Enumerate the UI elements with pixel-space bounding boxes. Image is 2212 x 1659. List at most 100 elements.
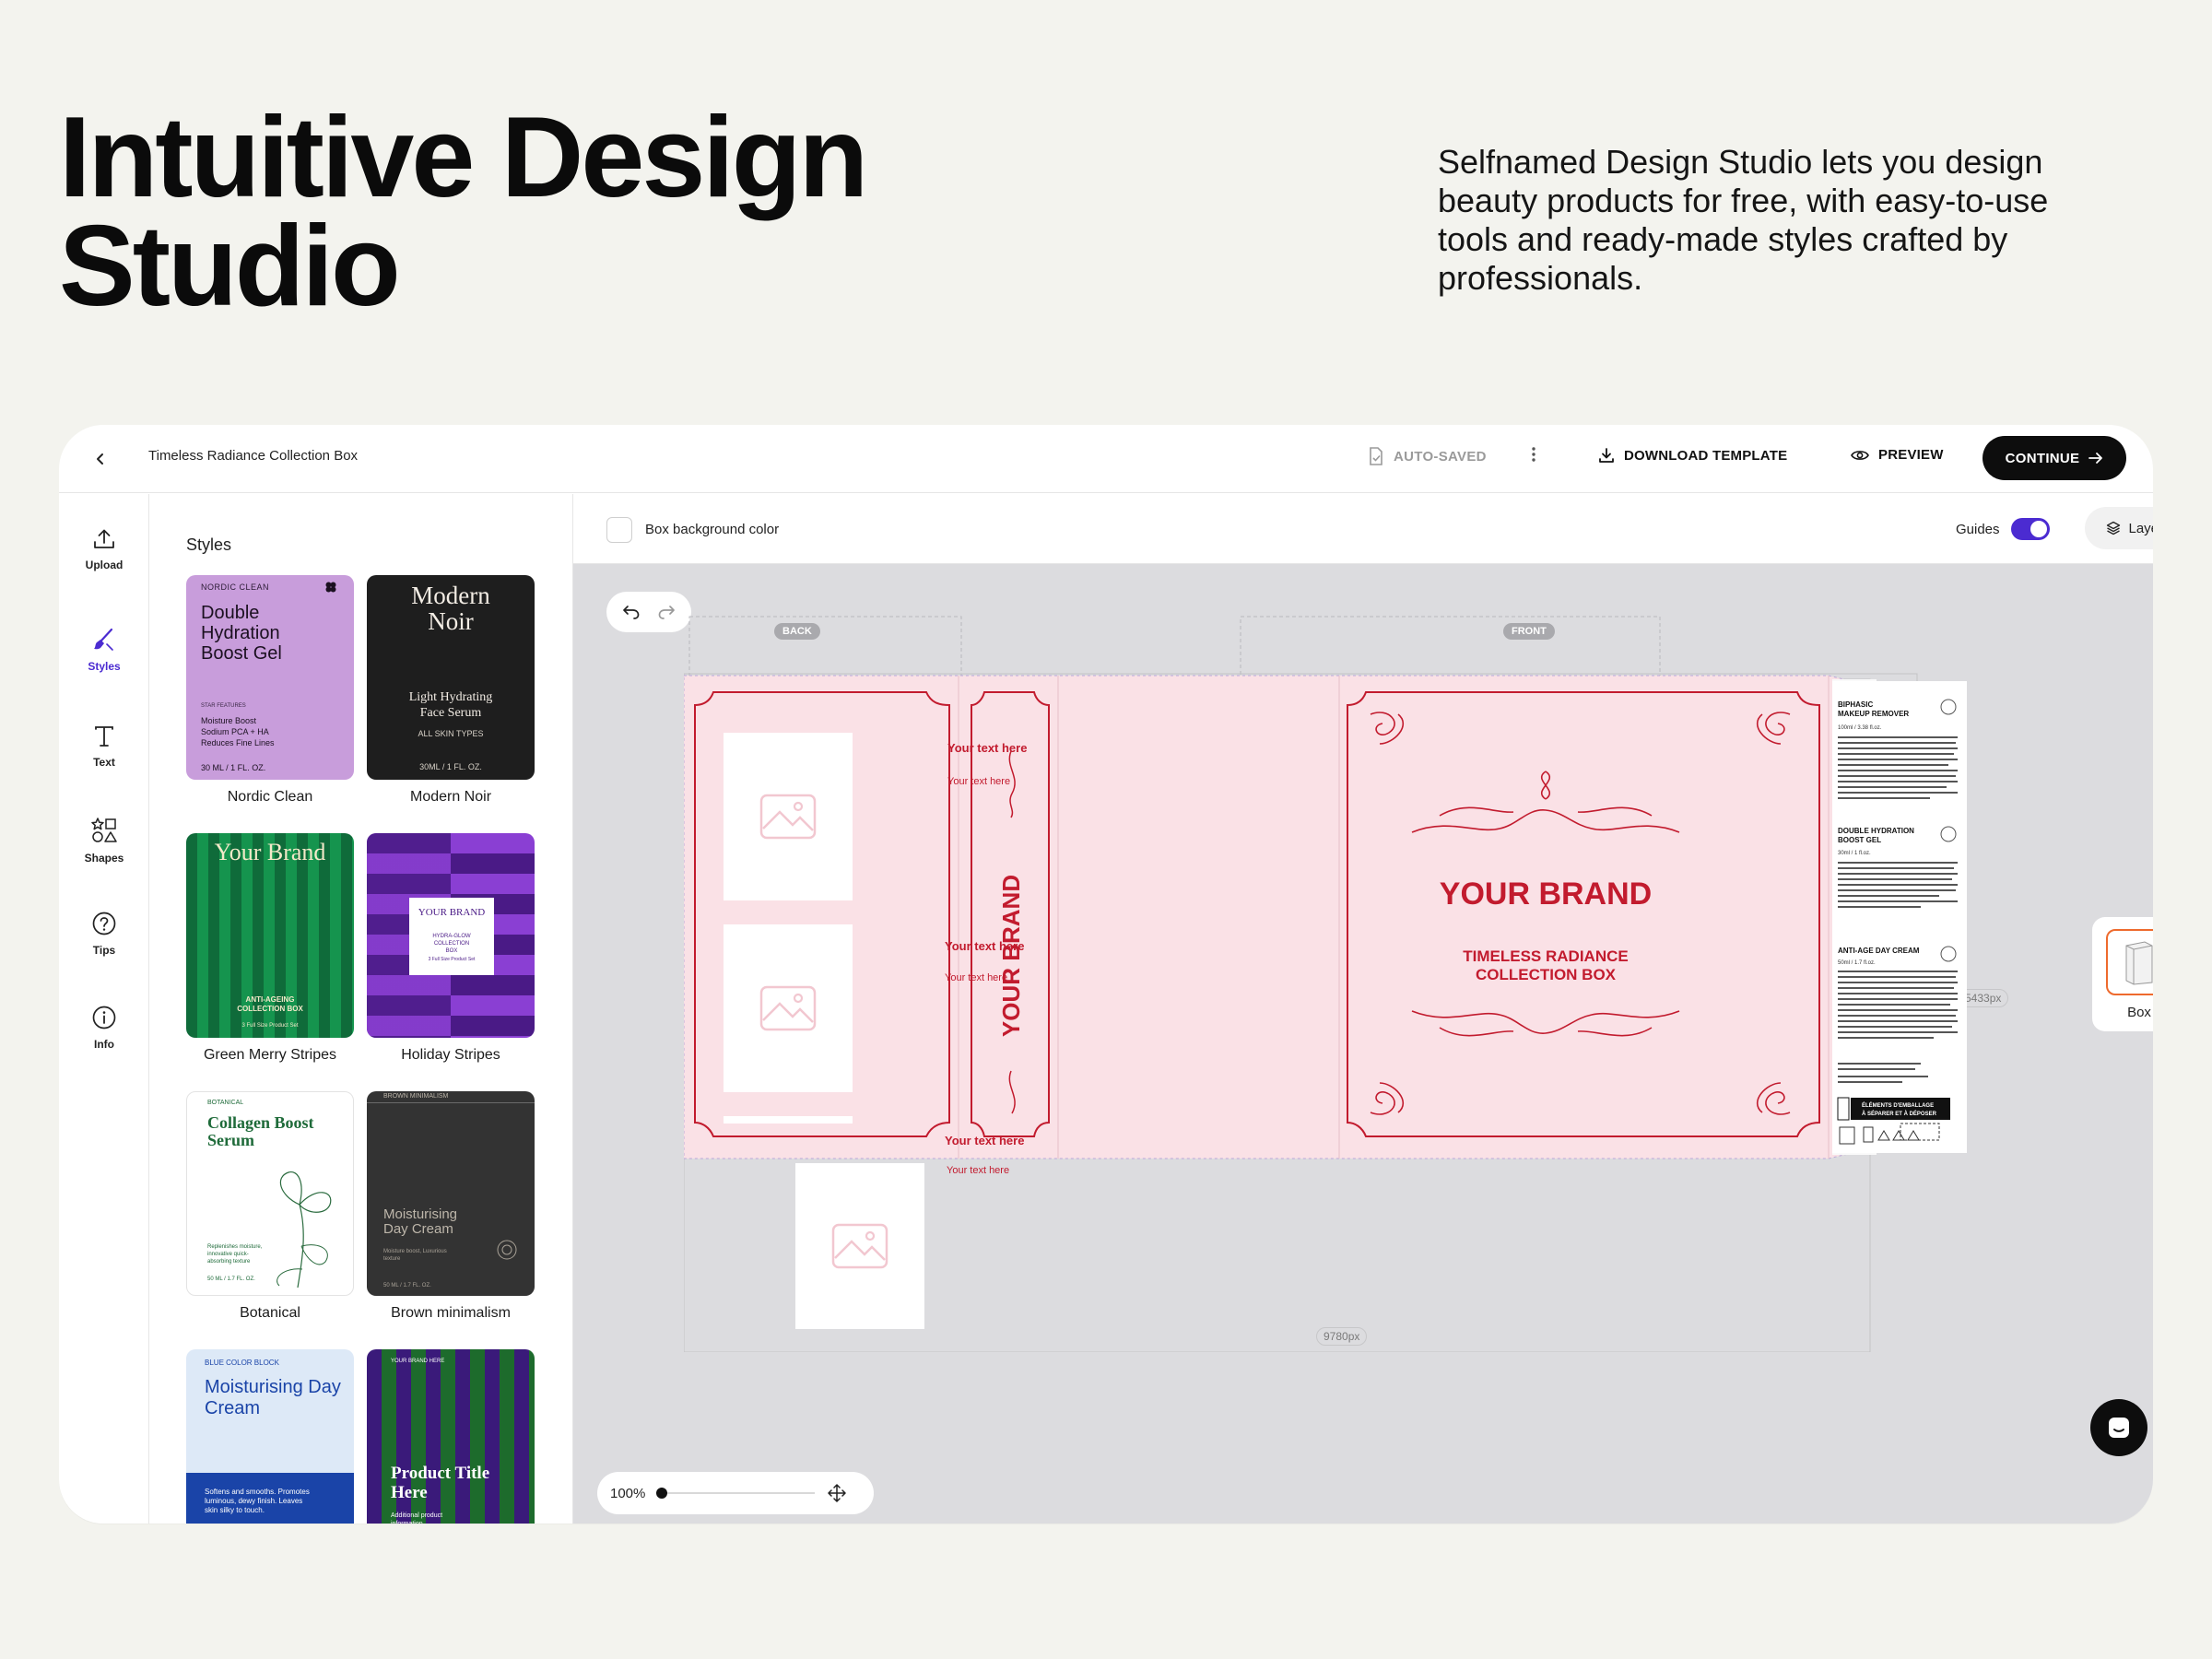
style-card-blue-color-block[interactable]: BLUE COLOR BLOCK Moisturising Day Cream … <box>186 1349 354 1524</box>
image-placeholder[interactable] <box>724 924 853 1092</box>
ingredient-title-2: DOUBLE HYDRATION <box>1838 827 1914 835</box>
thumb-size: 50 ML / 1.7 FL. OZ. <box>383 1283 431 1288</box>
style-card-product-title[interactable]: YOUR BRAND HERE Product Title Here Addit… <box>367 1349 535 1524</box>
text-icon <box>95 726 113 747</box>
download-template-label: DOWNLOAD TEMPLATE <box>1624 447 1788 464</box>
recycle-note: ÉLÉMENTS D'EMBALLAGE <box>1862 1101 1934 1109</box>
thumb-size: 50 ML / 1.7 FL. OZ. <box>207 1277 255 1282</box>
image-placeholder[interactable] <box>724 733 853 900</box>
preview-button[interactable]: PREVIEW <box>1851 447 1944 463</box>
thumb-title: YOUR BRAND <box>418 907 486 918</box>
style-thumbnail: YOUR BRAND HYDRA-GLOW COLLECTION BOX 3 F… <box>367 833 535 1038</box>
guides-toggle[interactable] <box>2011 518 2050 540</box>
design-canvas[interactable]: BACK FRONT 9780px 5433px YOUR BRAND YOUR… <box>573 564 2153 1524</box>
thumb-text: Additional product information <box>391 1512 443 1524</box>
download-template-button[interactable]: DOWNLOAD TEMPLATE <box>1598 447 1787 464</box>
back-item-title[interactable]: Your text here <box>947 741 1027 755</box>
back-item-title[interactable]: Your text here <box>945 1134 1024 1147</box>
style-card-botanical[interactable]: BOTANICAL Collagen Boost Serum Replenish… <box>186 1091 354 1322</box>
thumb-size: 30 ML / 1 FL. OZ. <box>201 763 266 772</box>
ingredient-title-1b: MAKEUP REMOVER <box>1838 710 1909 718</box>
thumb-tag: BOTANICAL <box>207 1100 244 1106</box>
rail-item-shapes[interactable]: Shapes <box>59 817 149 865</box>
chat-support-button[interactable] <box>2090 1399 2147 1456</box>
back-item-text[interactable]: Your text here <box>945 972 1007 983</box>
rail-item-tips[interactable]: Tips <box>59 911 149 957</box>
ingredient-title-2b: BOOST GEL <box>1838 836 1881 844</box>
upload-icon <box>94 529 114 548</box>
rail-label-text: Text <box>93 756 115 769</box>
image-placeholder[interactable] <box>795 1163 924 1329</box>
thumb-title: Collagen Boost Serum <box>207 1113 314 1149</box>
style-thumbnail: BOTANICAL Collagen Boost Serum Replenish… <box>186 1091 354 1296</box>
style-card-label: Botanical <box>240 1305 300 1321</box>
style-card-green-merry-stripes[interactable]: Your Brand ANTI-AGEING COLLECTION BOX 3 … <box>186 833 354 1064</box>
autosaved-status: AUTO-SAVED <box>1368 447 1487 465</box>
style-card-modern-noir[interactable]: Modern Noir Light Hydrating Face Serum A… <box>367 575 535 806</box>
info-icon <box>92 1006 116 1030</box>
ingredient-title-3: ANTI-AGE DAY CREAM <box>1838 947 1920 955</box>
design-studio-window: Timeless Radiance Collection Box AUTO-SA… <box>59 425 2153 1524</box>
thumb-small: 3 Full Size Product Set <box>428 957 476 962</box>
canvas-toolbar: Box background color Guides Layers <box>573 494 2153 564</box>
eye-icon <box>1851 450 1869 460</box>
continue-button[interactable]: CONTINUE <box>1983 436 2126 480</box>
move-icon[interactable] <box>828 1484 847 1502</box>
style-card-brown-minimalism[interactable]: BROWN MINIMALISM Moisturising Day Cream … <box>367 1091 535 1322</box>
download-icon <box>1599 448 1614 463</box>
thumb-title: Product Title Here <box>391 1464 490 1502</box>
back-item-title[interactable]: Your text here <box>945 939 1024 953</box>
layers-icon <box>2107 521 2121 535</box>
styles-panel: Styles NORDIC CLEAN Double Hydration Boo… <box>149 494 573 1524</box>
redo-icon[interactable] <box>657 604 676 620</box>
thumb-line: Moisture Boost <box>201 716 257 725</box>
autosaved-label: AUTO-SAVED <box>1394 448 1487 465</box>
more-options-button[interactable] <box>1524 445 1543 469</box>
style-card-holiday-stripes[interactable]: YOUR BRAND HYDRA-GLOW COLLECTION BOX 3 F… <box>367 833 535 1064</box>
box-view-tool[interactable]: Box <box>2092 917 2153 1031</box>
thumb-small: 3 Full Size Product Set <box>241 1023 299 1029</box>
image-icon <box>831 1223 888 1269</box>
undo-icon[interactable] <box>622 604 641 620</box>
front-product-line-1: TIMELESS RADIANCE <box>1463 947 1628 965</box>
ingredient-size-2: 30ml / 1 fl.oz. <box>1838 851 1871 856</box>
rail-item-info[interactable]: Info <box>59 1005 149 1051</box>
style-thumbnail: NORDIC CLEAN Double Hydration Boost Gel … <box>186 575 354 780</box>
thumb-line: Reduces Fine Lines <box>201 738 275 747</box>
rail-label-info: Info <box>94 1038 114 1051</box>
back-item-text[interactable]: Your text here <box>947 1165 1009 1176</box>
ingredient-title-1: BIPHASIC <box>1838 700 1873 709</box>
rail-label-upload: Upload <box>85 559 124 571</box>
thumb-tag: BLUE COLOR BLOCK <box>205 1359 279 1367</box>
layers-button[interactable]: Layers <box>2085 507 2153 549</box>
back-button[interactable] <box>88 447 112 471</box>
continue-label: CONTINUE <box>2005 450 2080 466</box>
box-background-color-label: Box background color <box>645 522 780 537</box>
preview-label: PREVIEW <box>1878 447 1944 463</box>
style-card-nordic-clean[interactable]: NORDIC CLEAN Double Hydration Boost Gel … <box>186 575 354 806</box>
style-card-label: Nordic Clean <box>227 789 313 805</box>
zoom-slider[interactable] <box>656 1488 816 1499</box>
rail-item-styles[interactable]: Styles <box>59 627 149 673</box>
zoom-slider-knob[interactable] <box>656 1488 668 1499</box>
style-thumbnail: Your Brand ANTI-AGEING COLLECTION BOX 3 … <box>186 833 354 1038</box>
top-bar: Timeless Radiance Collection Box AUTO-SA… <box>59 425 2153 493</box>
certification-badge-icon <box>497 1240 517 1260</box>
box-background-color-checkbox[interactable] <box>606 517 632 543</box>
chevron-left-icon <box>97 453 103 465</box>
thumb-subtitle: ANTI-AGEING COLLECTION BOX <box>237 995 303 1013</box>
front-product-line-2: COLLECTION BOX <box>1476 966 1617 983</box>
rail-item-text[interactable]: Text <box>59 724 149 769</box>
arrow-right-icon <box>2088 453 2103 464</box>
box-3d-icon <box>2125 940 2153 985</box>
rail-label-shapes: Shapes <box>84 852 124 865</box>
back-item-text[interactable]: Your text here <box>947 776 1010 787</box>
hero-title: Intuitive Design Studio <box>59 94 868 330</box>
saved-file-icon <box>1370 447 1382 465</box>
style-thumbnail: BROWN MINIMALISM Moisturising Day Cream … <box>367 1091 535 1296</box>
style-thumbnail: BLUE COLOR BLOCK Moisturising Day Cream … <box>186 1349 354 1524</box>
clover-icon <box>325 582 336 593</box>
thumb-line: Sodium PCA + HA <box>201 727 269 736</box>
rail-item-upload[interactable]: Upload <box>59 527 149 571</box>
style-thumbnail: Modern Noir Light Hydrating Face Serum A… <box>367 575 535 780</box>
